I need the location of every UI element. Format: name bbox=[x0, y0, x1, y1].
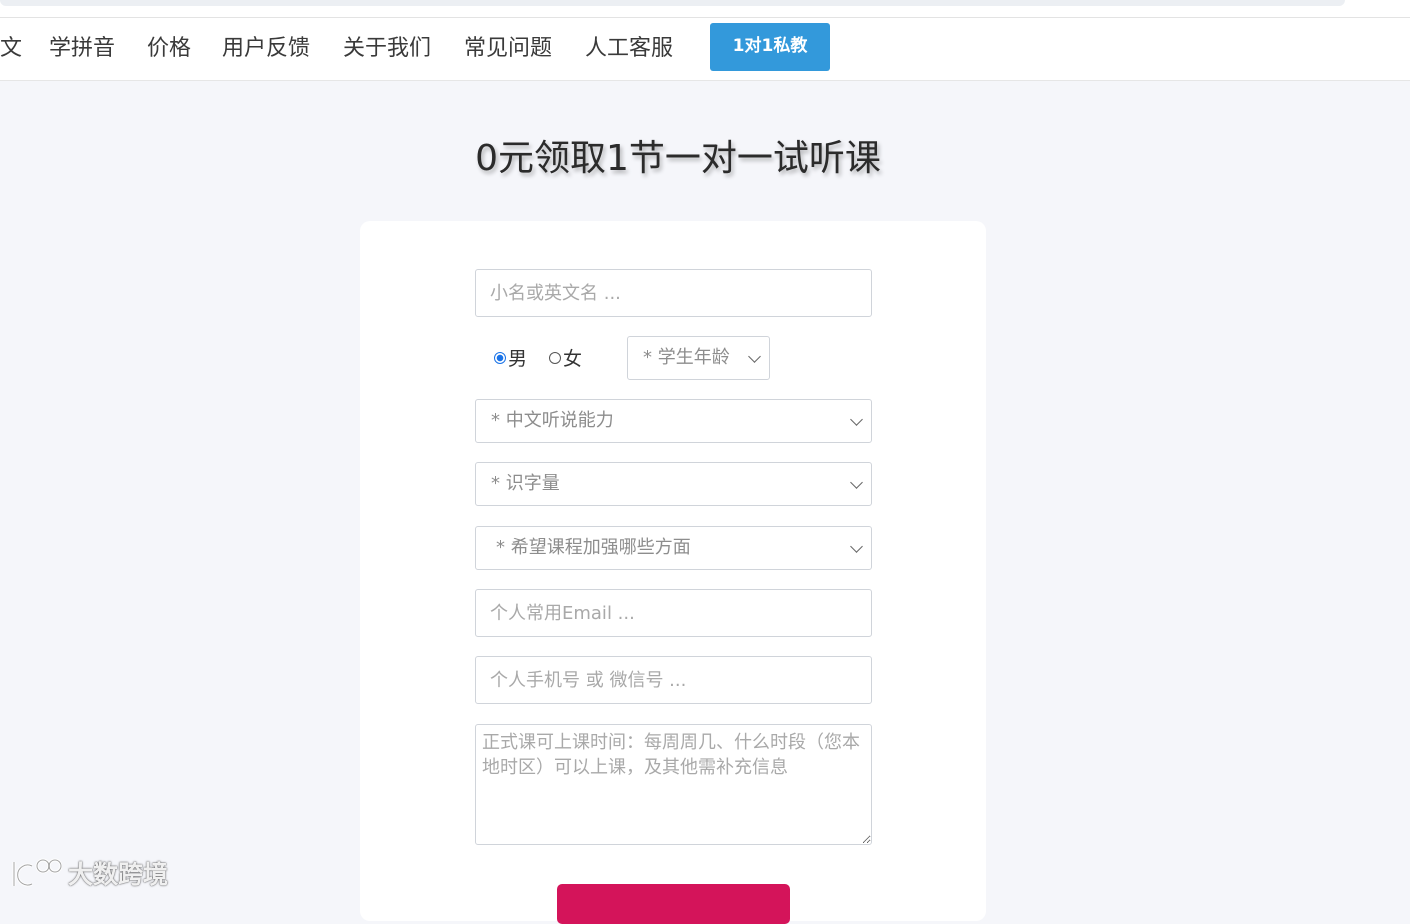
course-focus-select[interactable]: * 希望课程加强哪些方面 bbox=[475, 526, 872, 570]
nav-item-price[interactable]: 价格 bbox=[147, 34, 191, 64]
gender-female-option[interactable]: 女 bbox=[549, 344, 582, 371]
literacy-select-label: * 识字量 bbox=[491, 473, 560, 494]
trial-signup-form: 男 女 * 学生年龄 * 中文听说能力 * 识字量 * 希望课程加强哪些方面 bbox=[360, 221, 986, 924]
chevron-down-icon bbox=[850, 476, 863, 489]
student-age-select[interactable]: * 学生年龄 bbox=[627, 336, 770, 380]
phone-wechat-input[interactable] bbox=[475, 656, 872, 704]
nav-item-pinyin[interactable]: 学拼音 bbox=[49, 34, 115, 64]
literacy-select[interactable]: * 识字量 bbox=[475, 462, 872, 506]
gender-male-label: 男 bbox=[508, 348, 528, 370]
gender-female-label: 女 bbox=[563, 348, 583, 370]
radio-unselected-icon[interactable] bbox=[549, 351, 561, 364]
nav-item-faq[interactable]: 常见问题 bbox=[464, 34, 552, 64]
course-focus-select-label: * 希望课程加强哪些方面 bbox=[496, 537, 691, 558]
schedule-textarea[interactable] bbox=[475, 724, 872, 845]
chevron-down-icon bbox=[850, 540, 863, 553]
nav-item-about[interactable]: 关于我们 bbox=[343, 34, 431, 64]
email-input[interactable] bbox=[475, 589, 872, 637]
page-scroll-strip bbox=[0, 0, 1410, 18]
nav-item-chinese[interactable]: 文 bbox=[0, 34, 22, 64]
chinese-ability-select-label: * 中文听说能力 bbox=[491, 410, 614, 431]
nav-item-feedback[interactable]: 用户反馈 bbox=[222, 34, 310, 64]
chevron-down-icon bbox=[748, 350, 761, 363]
logo-icon bbox=[12, 858, 62, 887]
gender-male-option[interactable]: 男 bbox=[494, 344, 527, 371]
submit-button[interactable] bbox=[557, 884, 790, 924]
watermark: 大数跨境 bbox=[10, 853, 168, 893]
chevron-down-icon bbox=[850, 413, 863, 426]
horizontal-scrollbar[interactable] bbox=[0, 0, 1345, 6]
chinese-ability-select[interactable]: * 中文听说能力 bbox=[475, 399, 872, 443]
student-age-select-label: * 学生年龄 bbox=[643, 347, 730, 368]
watermark-text: 大数跨境 bbox=[68, 860, 169, 889]
name-input[interactable] bbox=[475, 269, 872, 317]
radio-selected-icon[interactable] bbox=[494, 351, 506, 364]
page-title: 0元领取1节一对一试听课 bbox=[475, 138, 881, 179]
private-tutor-button[interactable]: 1对1私教 bbox=[710, 23, 830, 71]
nav-item-support[interactable]: 人工客服 bbox=[585, 34, 673, 64]
top-navigation: 文 学拼音 价格 用户反馈 关于我们 常见问题 人工客服 1对1私教 bbox=[0, 18, 1410, 81]
